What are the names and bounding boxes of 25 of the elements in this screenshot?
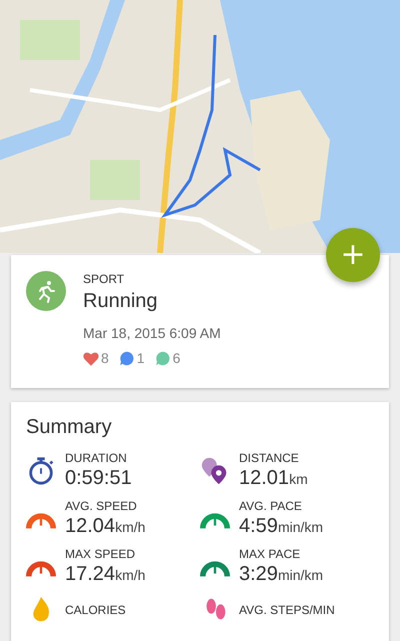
activity-date: Mar 18, 2015 6:09 AM xyxy=(83,325,221,341)
count-value: 6 xyxy=(172,350,180,366)
count-value: 8 xyxy=(101,350,109,366)
stat-value: 12.04km/h xyxy=(65,515,146,538)
stat-label: DISTANCE xyxy=(239,451,300,465)
stat-value: 12.01km xyxy=(239,467,308,490)
heart-icon[interactable] xyxy=(83,350,99,366)
stat-label: MAX PACE xyxy=(239,547,302,561)
count-value: 1 xyxy=(136,350,145,366)
category-label: SPORT xyxy=(83,272,126,286)
stat-label: MAX SPEED xyxy=(65,547,136,561)
runner-icon xyxy=(26,271,66,311)
stat-label: AVG. PACE xyxy=(239,499,303,513)
stat-label: DURATION xyxy=(65,451,128,465)
activity-name: Running xyxy=(83,290,159,313)
summary-title: Summary xyxy=(26,416,113,439)
stat-label: AVG. STEPS/MIN xyxy=(239,603,335,617)
stat-label: AVG. SPEED xyxy=(65,499,138,513)
stat-value: 17.24km/h xyxy=(65,563,146,586)
stat-label: CALORIES xyxy=(65,603,126,617)
speech-bubble-icon[interactable] xyxy=(118,350,135,366)
stat-value: 3:29min/km xyxy=(239,563,324,586)
stat-value: 0:59:51 xyxy=(65,467,132,490)
stat-value: 4:59min/km xyxy=(239,515,324,538)
comment-icon[interactable] xyxy=(154,350,171,366)
